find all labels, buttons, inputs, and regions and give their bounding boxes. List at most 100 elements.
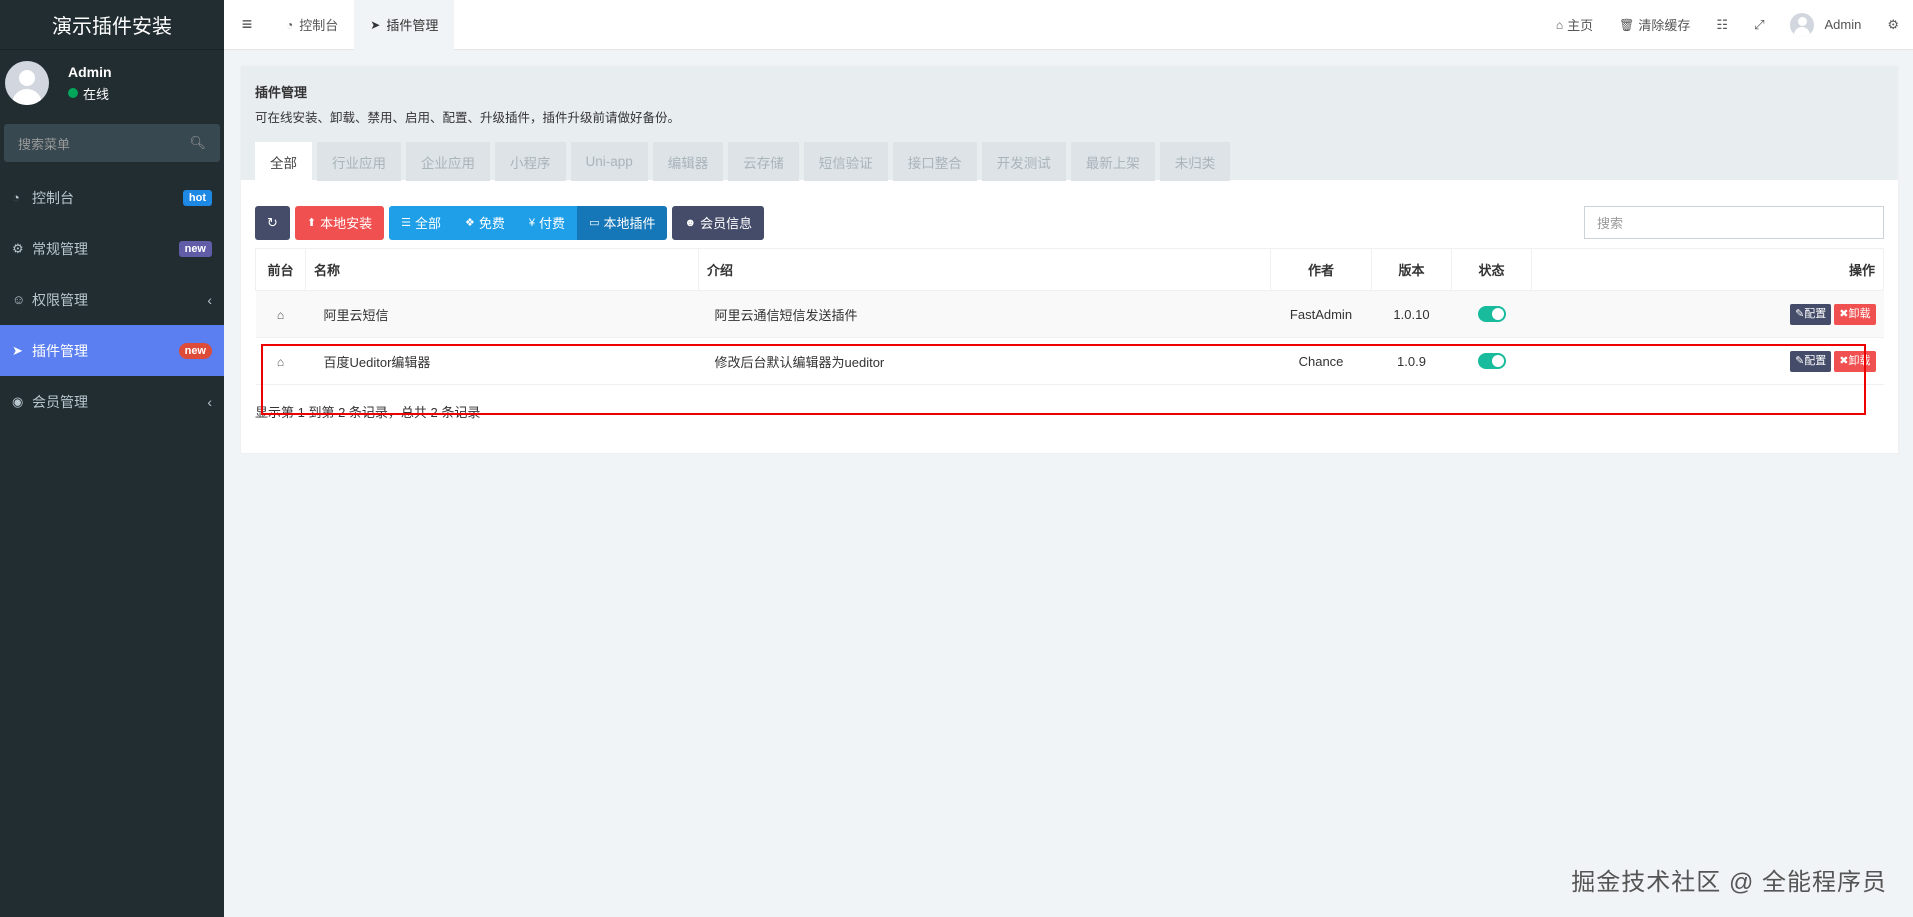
tab-uncategorized[interactable]: 未归类: [1159, 142, 1231, 181]
config-label: 配置: [1804, 354, 1827, 367]
status-toggle[interactable]: [1477, 353, 1506, 370]
table-row: ⌂ 阿里云短信 阿里云通信短信发送插件 FastAdmin 1.0.10 ✎配置…: [255, 290, 1884, 338]
user-menu-name: Admin: [1824, 17, 1862, 32]
close-icon: ✖: [1839, 307, 1849, 320]
status-toggle[interactable]: [1477, 306, 1506, 323]
sidebar-search-input[interactable]: 搜索菜单 🔍︎: [4, 124, 220, 162]
tab-api[interactable]: 接口整合: [892, 142, 977, 181]
laptop-icon: ▭: [589, 217, 600, 229]
addon-intro: 修改后台默认编辑器为ueditor: [698, 337, 1271, 385]
user-panel: Admin 在线: [0, 50, 224, 116]
config-button[interactable]: ✎配置: [1790, 350, 1832, 372]
addon-name: 百度Ueditor编辑器: [305, 337, 699, 385]
col-status[interactable]: 状态: [1451, 248, 1532, 291]
col-intro[interactable]: 介绍: [698, 248, 1271, 291]
sidebar-item-members[interactable]: ◉ 会员管理 ‹: [0, 376, 224, 427]
user-status: 在线: [68, 84, 112, 103]
sidebar-item-label: 会员管理: [32, 393, 88, 410]
col-name[interactable]: 名称: [305, 248, 699, 291]
search-input[interactable]: 搜索: [1584, 206, 1884, 239]
fullscreen-icon[interactable]: ⤢: [1741, 17, 1777, 33]
refresh-button[interactable]: ↻: [255, 205, 290, 240]
trash-icon: 🗑︎: [1619, 17, 1635, 32]
member-info-button[interactable]: ☻ 会员信息: [672, 205, 765, 240]
sidebar-item-general[interactable]: ⚙ 常规管理 new: [0, 223, 224, 274]
clear-cache-button[interactable]: 🗑︎ 清除缓存: [1606, 15, 1703, 34]
dashboard-icon: ◔: [286, 17, 294, 32]
filter-free-label: 免费: [478, 216, 505, 231]
addon-version: 1.0.9: [1371, 337, 1452, 385]
col-author[interactable]: 作者: [1270, 248, 1372, 291]
menu-toggle-icon[interactable]: ≡: [224, 14, 270, 35]
sidebar-item-addons[interactable]: ➤ 插件管理 new: [0, 325, 224, 376]
uninstall-label: 卸载: [1848, 354, 1871, 367]
sidebar-item-dashboard[interactable]: ◔ 控制台 hot: [0, 172, 224, 223]
sidebar-item-label: 控制台: [32, 189, 74, 206]
member-info-label: 会员信息: [700, 216, 753, 231]
user-menu[interactable]: Admin: [1777, 12, 1874, 37]
settings-icon[interactable]: ⚙: [1874, 17, 1913, 33]
uninstall-button[interactable]: ✖卸载: [1834, 303, 1876, 325]
sidebar: 演示插件安装 Admin 在线 搜索菜单 🔍︎ ◔ 控制台 hot ⚙ 常规管理…: [0, 0, 224, 917]
filter-local-button[interactable]: ▭ 本地插件: [577, 205, 668, 240]
user-status-label: 在线: [83, 86, 110, 102]
filter-local-label: 本地插件: [603, 216, 656, 231]
tab-sms[interactable]: 短信验证: [803, 142, 888, 181]
addon-name: 阿里云短信: [305, 290, 699, 338]
tab-addons[interactable]: ➤ 插件管理: [354, 0, 455, 50]
online-dot-icon: [68, 88, 78, 98]
uninstall-button[interactable]: ✖卸载: [1834, 350, 1876, 372]
category-tabs: 全部 行业应用 企业应用 小程序 Uni-app 编辑器 云存储 短信验证 接口…: [255, 142, 1884, 181]
home-icon[interactable]: ⌂: [277, 355, 284, 369]
panel-heading: 插件管理 可在线安装、卸载、禁用、启用、配置、升级插件，插件升级前请做好备份。 …: [241, 66, 1898, 181]
sidebar-item-label: 权限管理: [32, 291, 88, 308]
col-actions: 操作: [1531, 248, 1884, 291]
filter-free-button[interactable]: ❖ 免费: [453, 205, 517, 240]
tab-all[interactable]: 全部: [255, 142, 312, 181]
search-icon[interactable]: 🔍︎: [189, 135, 206, 151]
home-link[interactable]: ⌂ 主页: [1543, 15, 1606, 34]
tab-uniapp[interactable]: Uni-app: [570, 142, 648, 181]
uninstall-label: 卸载: [1848, 307, 1871, 320]
dashboard-icon: ◔: [12, 190, 20, 205]
chevron-left-icon: ‹: [207, 291, 212, 308]
addon-author: FastAdmin: [1270, 290, 1372, 338]
col-frontend[interactable]: 前台: [255, 248, 306, 291]
sidebar-item-auth[interactable]: ☺ 权限管理 ‹: [0, 274, 224, 325]
upload-icon: ⬆: [306, 217, 317, 229]
cogs-icon: ⚙: [12, 240, 24, 256]
local-install-button[interactable]: ⬆ 本地安装: [294, 205, 385, 240]
tab-devtest[interactable]: 开发测试: [981, 142, 1066, 181]
page-description: 可在线安装、卸载、禁用、启用、配置、升级插件，插件升级前请做好备份。: [255, 111, 681, 125]
tab-miniprogram[interactable]: 小程序: [495, 142, 566, 181]
sidebar-item-label: 常规管理: [32, 240, 88, 257]
config-button[interactable]: ✎配置: [1790, 303, 1832, 325]
group-icon: ☺: [12, 292, 26, 307]
filter-all-button[interactable]: ☰ 全部: [389, 205, 454, 240]
rocket-icon: ➤: [12, 342, 23, 358]
addon-panel: 插件管理 可在线安装、卸载、禁用、启用、配置、升级插件，插件升级前请做好备份。 …: [240, 65, 1899, 454]
home-label: 主页: [1567, 18, 1594, 33]
filter-all-label: 全部: [415, 216, 442, 231]
page-title: 插件管理: [255, 85, 308, 100]
toolbar: ↻ ⬆ 本地安装 ☰ 全部 ❖ 免费 ¥ 付费 ▭ 本地插件 ☻ 会员信息 搜索: [255, 205, 1884, 240]
edit-icon: ✎: [1795, 354, 1805, 367]
col-version[interactable]: 版本: [1371, 248, 1452, 291]
tab-dashboard[interactable]: ◔ 控制台: [270, 0, 354, 50]
refresh-icon: ↻: [267, 214, 278, 230]
new-badge: new: [178, 240, 212, 257]
addon-intro: 阿里云通信短信发送插件: [698, 290, 1271, 338]
chevron-left-icon: ‹: [207, 393, 212, 410]
local-install-label: 本地安装: [320, 216, 373, 231]
yen-icon: ¥: [528, 216, 536, 229]
tab-enterprise[interactable]: 企业应用: [406, 142, 490, 181]
filter-paid-button[interactable]: ¥ 付费: [516, 205, 578, 240]
app-logo[interactable]: 演示插件安装: [0, 0, 224, 50]
tab-industry[interactable]: 行业应用: [317, 142, 401, 181]
tab-storage[interactable]: 云存储: [728, 142, 799, 181]
home-icon[interactable]: ⌂: [277, 308, 284, 322]
tab-latest[interactable]: 最新上架: [1070, 142, 1155, 181]
filter-paid-label: 付费: [539, 216, 566, 231]
language-icon[interactable]: ☷: [1703, 17, 1741, 33]
tab-editor[interactable]: 编辑器: [652, 142, 724, 181]
